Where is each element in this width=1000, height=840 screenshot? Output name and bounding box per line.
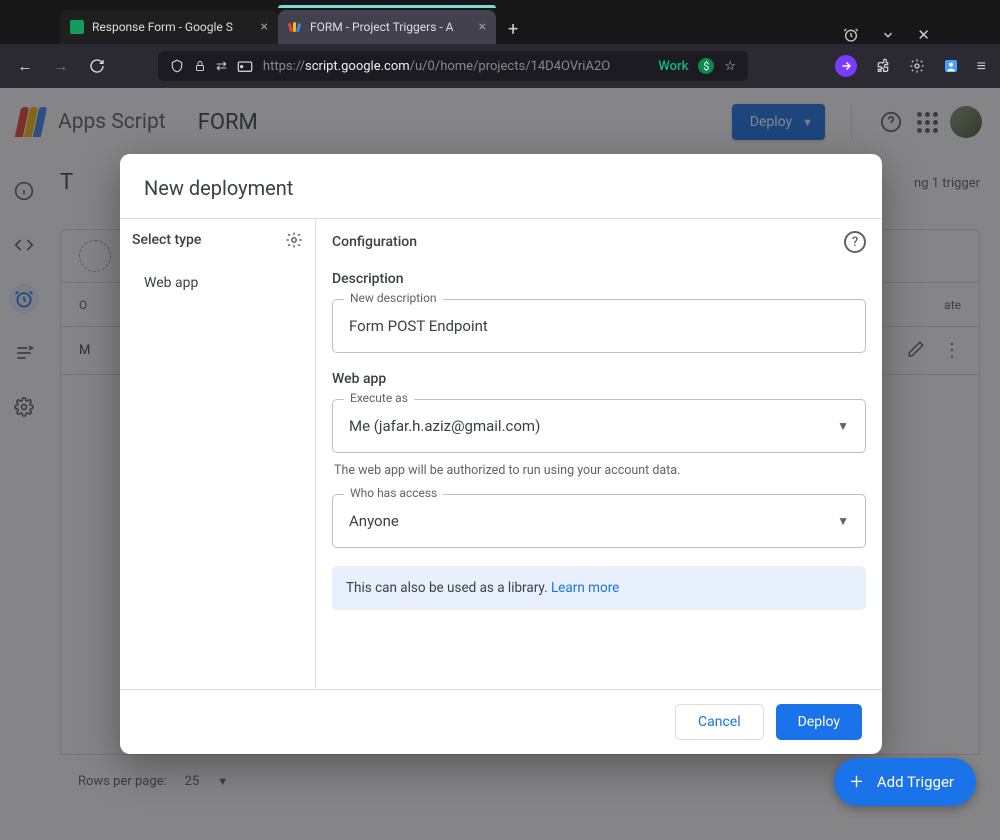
access-value: Anyone	[349, 512, 399, 530]
execute-as-field[interactable]: Execute as Me (jafar.h.aziz@gmail.com) ▼	[332, 399, 866, 453]
deploy-label: Deploy	[750, 114, 792, 130]
alarm-icon[interactable]	[843, 27, 859, 43]
extensions-icon[interactable]	[875, 58, 891, 74]
col-owner: O	[79, 298, 87, 312]
browser-tab[interactable]: FORM - Project Triggers - A ×	[278, 10, 496, 44]
extension-icon[interactable]	[835, 55, 857, 77]
cell-owner: M	[79, 343, 90, 358]
app-header: Apps Script FORM Deploy ▼	[0, 88, 1000, 156]
back-button[interactable]: ←	[10, 51, 40, 81]
access-float: Who has access	[344, 486, 443, 500]
container-label: Work	[658, 59, 688, 74]
avatar[interactable]	[950, 106, 982, 138]
new-deployment-dialog: New deployment Select type Web app Confi…	[120, 154, 882, 754]
triggers-icon[interactable]	[9, 284, 39, 314]
help-icon[interactable]: ?	[844, 231, 866, 253]
dollar-icon: $	[698, 58, 714, 74]
dialog-config: Configuration ? Description New descript…	[316, 219, 882, 689]
close-icon[interactable]: ×	[479, 19, 486, 35]
execute-as-hint: The web app will be authorized to run us…	[334, 463, 866, 478]
learn-more-link[interactable]: Learn more	[551, 580, 619, 596]
forward-button[interactable]: →	[46, 51, 76, 81]
account-icon[interactable]	[943, 58, 959, 74]
apps-script-logo	[18, 107, 48, 137]
execute-as-float: Execute as	[344, 391, 414, 405]
help-icon[interactable]	[878, 109, 904, 135]
reload-button[interactable]	[82, 51, 112, 81]
browser-tab[interactable]: Response Form - Google S ×	[60, 10, 278, 44]
tab-title: Response Form - Google S	[92, 20, 253, 34]
executions-icon[interactable]	[9, 338, 39, 368]
settings-gear-icon[interactable]	[909, 58, 925, 74]
chevron-down-icon: ▼	[837, 419, 849, 433]
execute-as-value: Me (jafar.h.aziz@gmail.com)	[349, 417, 540, 435]
add-trigger-fab[interactable]: + Add Trigger	[834, 758, 976, 806]
dialog-footer: Cancel Deploy	[120, 690, 882, 754]
close-icon[interactable]: ×	[261, 19, 268, 35]
product-name: Apps Script	[58, 110, 166, 134]
deploy-button[interactable]: Deploy	[776, 704, 862, 740]
deploy-button[interactable]: Deploy ▼	[732, 104, 825, 140]
code-icon[interactable]	[9, 230, 39, 260]
settings-icon[interactable]	[9, 392, 39, 422]
apps-grid-icon[interactable]	[914, 109, 940, 135]
info-text: This can also be used as a library.	[346, 580, 551, 596]
cancel-button[interactable]: Cancel	[675, 704, 764, 740]
rows-label: Rows per page:	[78, 774, 167, 789]
bookmark-icon[interactable]: ☆	[724, 59, 736, 74]
description-value: Form POST Endpoint	[349, 317, 488, 335]
new-tab-button[interactable]: +	[496, 15, 530, 44]
url-input[interactable]: ⇄ https://script.google.com/u/0/home/pro…	[158, 51, 748, 81]
rows-value[interactable]: 25	[185, 774, 200, 789]
type-web-app[interactable]: Web app	[120, 261, 315, 305]
window-close-icon[interactable]: ✕	[917, 26, 930, 44]
container-icon	[237, 59, 253, 73]
webapp-section: Web app	[332, 371, 866, 387]
tab-title: FORM - Project Triggers - A	[310, 20, 471, 34]
shield-icon	[170, 59, 184, 73]
access-field[interactable]: Who has access Anyone ▼	[332, 494, 866, 548]
fab-label: Add Trigger	[877, 773, 954, 791]
library-info: This can also be used as a library. Lear…	[332, 566, 866, 610]
col-date: ate	[944, 298, 961, 312]
chevron-down-icon: ▼	[802, 116, 813, 129]
config-label: Configuration	[332, 234, 417, 250]
select-type-label: Select type	[132, 232, 201, 248]
sheets-icon	[70, 20, 84, 34]
chevron-down-icon: ▼	[837, 514, 849, 528]
project-name: FORM	[198, 110, 258, 135]
dialog-title: New deployment	[120, 154, 882, 218]
description-float: New description	[344, 291, 443, 305]
browser-tab-strip: Response Form - Google S × FORM - Projec…	[0, 0, 1000, 44]
edit-icon[interactable]	[907, 340, 925, 361]
menu-icon[interactable]: ≡	[977, 56, 986, 76]
description-field[interactable]: New description Form POST Endpoint	[332, 299, 866, 353]
permissions-icon: ⇄	[216, 59, 227, 74]
url-text: https://script.google.com/u/0/home/proje…	[263, 59, 644, 74]
add-filter-icon[interactable]	[79, 240, 111, 272]
dialog-sidebar: Select type Web app	[120, 219, 316, 689]
more-icon[interactable]: ⋮	[943, 340, 961, 361]
info-icon[interactable]	[9, 176, 39, 206]
lock-icon	[194, 60, 206, 72]
description-section: Description	[332, 271, 866, 287]
chevron-down-icon[interactable]: ▼	[217, 775, 228, 788]
plus-icon: +	[850, 770, 862, 795]
apps-script-icon	[288, 20, 302, 34]
left-rail	[0, 156, 48, 422]
trigger-count: ng 1 trigger	[914, 176, 980, 191]
chevron-down-icon[interactable]	[881, 28, 895, 42]
gear-icon[interactable]	[285, 231, 303, 249]
url-bar: ← → ⇄ https://script.google.com/u/0/home…	[0, 44, 1000, 88]
